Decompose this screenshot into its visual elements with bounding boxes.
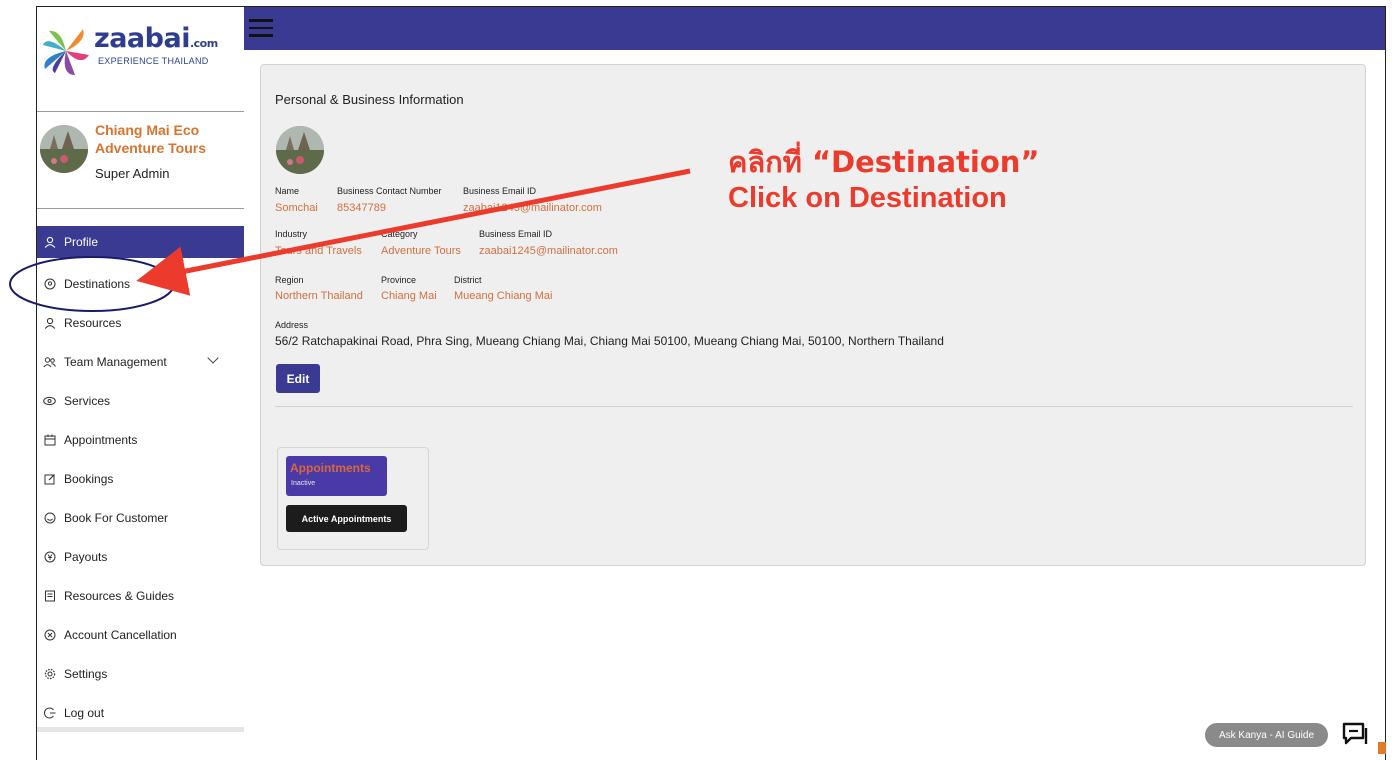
sidebar-divider — [37, 208, 244, 209]
sidebar-item-account-cancellation[interactable]: Account Cancellation — [37, 615, 244, 654]
category-value: Adventure Tours — [381, 245, 461, 257]
sidebar-scrollbar[interactable] — [37, 727, 244, 732]
services-icon — [43, 394, 56, 407]
business-name: Chiang Mai Eco Adventure Tours — [95, 122, 206, 156]
profile-avatar[interactable] — [276, 126, 324, 174]
sidebar-item-resources-guides[interactable]: Resources & Guides — [37, 576, 244, 615]
cancel-circle-icon — [43, 628, 56, 641]
business-email-value-2: zaabai1245@mailinator.com — [479, 245, 618, 257]
address-label: Address — [275, 320, 309, 330]
region-label: Region — [275, 275, 304, 285]
appointments-status-badge[interactable]: Appointments Inactive — [286, 456, 387, 496]
gear-icon — [43, 667, 56, 680]
sidebar-item-team-management[interactable]: Team Management — [37, 342, 244, 381]
category-label: Category — [381, 229, 418, 239]
sidebar-item-label: Log out — [64, 705, 105, 720]
sidebar-item-label: Book For Customer — [64, 510, 169, 525]
address-value: 56/2 Ratchapakinai Road, Phra Sing, Muea… — [275, 334, 944, 348]
sidebar-item-profile[interactable]: Profile — [37, 226, 244, 258]
annotation-text-english: Click on Destination — [728, 182, 1007, 214]
section-divider — [275, 406, 1353, 407]
contact-number-value: 85347789 — [337, 202, 386, 214]
sidebar-item-bookings[interactable]: Bookings — [37, 459, 244, 498]
sidebar-item-label: Bookings — [64, 471, 114, 486]
location-pin-icon — [43, 277, 56, 290]
industry-label: Industry — [275, 229, 308, 239]
sidebar-item-label: Resources — [64, 315, 122, 330]
district-value: Mueang Chiang Mai — [454, 290, 553, 302]
name-label: Name — [275, 186, 300, 196]
ai-guide-button[interactable]: Ask Kanya - AI Guide — [1205, 723, 1328, 747]
sidebar-item-label: Settings — [64, 666, 108, 681]
brand-logo[interactable]: zaabai.com EXPERIENCE THAILAND — [41, 21, 236, 81]
temple-photo-icon — [40, 125, 88, 173]
district-label: District — [454, 275, 482, 285]
name-value: Somchai — [275, 202, 318, 214]
sidebar-item-destinations[interactable]: Destinations — [37, 264, 244, 303]
team-icon — [43, 355, 56, 368]
calendar-icon — [43, 433, 56, 446]
sidebar-item-appointments[interactable]: Appointments — [37, 420, 244, 459]
sidebar-item-book-for-customer[interactable]: Book For Customer — [37, 498, 244, 537]
sidebar-item-label: Profile — [64, 235, 99, 249]
sidebar-item-label: Account Cancellation — [64, 627, 177, 642]
industry-value: Tours and Travels — [275, 245, 362, 257]
province-label: Province — [381, 275, 417, 285]
province-value: Chiang Mai — [381, 290, 437, 302]
sidebar-item-label: Services — [64, 393, 111, 408]
sidebar-item-label: Resources & Guides — [64, 588, 175, 603]
app-frame: zaabai.com EXPERIENCE THAILAND Chiang Ma… — [36, 6, 1386, 760]
brand-tagline: EXPERIENCE THAILAND — [98, 56, 209, 66]
sidebar-item-settings[interactable]: Settings — [37, 654, 244, 693]
active-appointments-button[interactable]: Active Appointments — [286, 505, 407, 532]
annotation-text-thai: คลิกที่ “Destination” — [728, 145, 1040, 179]
sidebar-item-label: Payouts — [64, 549, 108, 564]
document-icon — [43, 589, 56, 602]
user-role: Super Admin — [95, 166, 170, 181]
sidebar-divider — [37, 111, 244, 112]
chevron-down-icon[interactable] — [207, 352, 219, 364]
appointments-status: Inactive — [291, 480, 316, 487]
smiley-icon — [43, 511, 56, 524]
chat-icon[interactable] — [1332, 716, 1378, 752]
currency-icon — [43, 550, 56, 563]
appointments-card: Appointments Inactive Active Appointment… — [277, 447, 429, 550]
sidebar-item-payouts[interactable]: Payouts — [37, 537, 244, 576]
sidebar-item-services[interactable]: Services — [37, 381, 244, 420]
page-title: Personal & Business Information — [275, 92, 464, 107]
logout-icon — [43, 706, 56, 719]
business-email-label: Business Email ID — [463, 186, 537, 196]
contact-number-label: Business Contact Number — [337, 186, 442, 196]
sidebar-item-label: Destinations — [64, 276, 131, 291]
pinwheel-logo-icon — [43, 29, 89, 75]
brand-wordmark: zaabai.com — [94, 23, 218, 54]
user-icon — [43, 236, 56, 249]
sidebar: zaabai.com EXPERIENCE THAILAND Chiang Ma… — [37, 7, 244, 760]
business-email-label-2: Business Email ID — [479, 229, 553, 239]
user-icon — [43, 316, 56, 329]
temple-photo-icon — [276, 126, 324, 174]
appointments-title: Appointments — [290, 461, 371, 475]
sidebar-item-label: Appointments — [64, 432, 138, 447]
sidebar-item-label: Team Management — [64, 354, 167, 369]
business-avatar — [40, 125, 88, 173]
edit-icon — [43, 472, 56, 485]
notification-dot — [1378, 742, 1386, 754]
business-email-value: zaabai1245@mailinator.com — [463, 202, 602, 214]
region-value: Northern Thailand — [275, 290, 363, 302]
sidebar-item-resources[interactable]: Resources — [37, 303, 244, 342]
sidebar-nav: Profile Destinations Resources Team Mana… — [37, 226, 244, 732]
top-bar — [244, 7, 1385, 50]
edit-button[interactable]: Edit — [276, 364, 320, 393]
hamburger-menu-icon[interactable] — [249, 19, 273, 37]
